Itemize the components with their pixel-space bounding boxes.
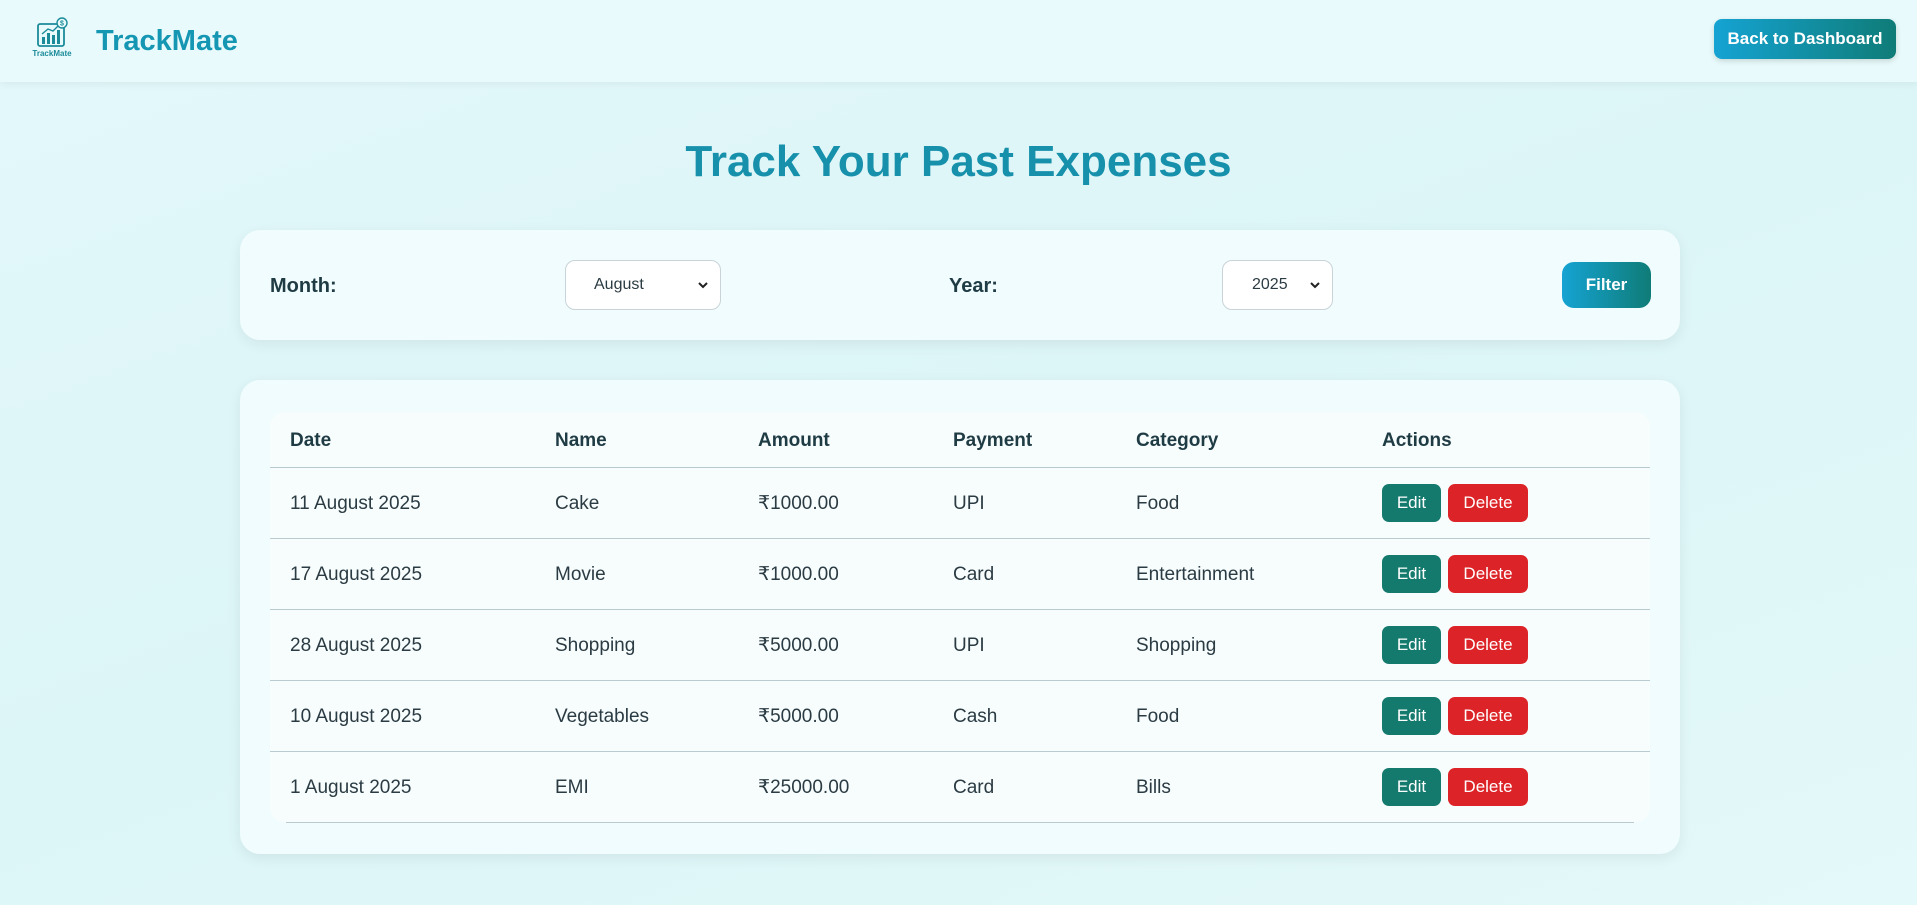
logo-caption: TrackMate (32, 49, 72, 58)
cell-amount: ₹1000.00 (758, 564, 839, 585)
cell-payment: Card (953, 777, 995, 798)
year-select[interactable]: 2025 (1222, 260, 1333, 310)
table-bottom-divider (286, 822, 1634, 823)
cell-date: 1 August 2025 (290, 777, 412, 798)
month-select[interactable]: August (565, 260, 721, 310)
cell-name: Vegetables (555, 706, 650, 727)
cell-payment: UPI (953, 635, 985, 656)
cell-category: Bills (1136, 777, 1171, 798)
cell-date: 11 August 2025 (290, 493, 421, 514)
filter-button[interactable]: Filter (1562, 262, 1651, 308)
month-label: Month: (270, 275, 337, 297)
header-amount: Amount (758, 430, 830, 451)
cell-category: Food (1136, 493, 1180, 514)
year-select-value: 2025 (1252, 276, 1288, 293)
cell-category: Entertainment (1136, 564, 1255, 585)
brand-name[interactable]: TrackMate (96, 22, 238, 60)
delete-button[interactable]: Delete (1448, 626, 1528, 664)
svg-text:$: $ (60, 21, 64, 28)
cell-date: 28 August 2025 (290, 635, 423, 656)
chevron-down-icon (1310, 282, 1320, 289)
edit-button[interactable]: Edit (1382, 555, 1441, 593)
cell-payment: Cash (953, 706, 998, 727)
cell-payment: Card (953, 564, 995, 585)
filter-card: Month: August Year: 2025 Filter (240, 230, 1680, 340)
table-header: Date Name Amount Payment Category Action… (270, 412, 1650, 468)
delete-button[interactable]: Delete (1448, 555, 1528, 593)
table-row: 10 August 2025 Vegetables ₹5000.00 Cash … (270, 681, 1650, 752)
cell-name: Cake (555, 493, 600, 514)
delete-button[interactable]: Delete (1448, 768, 1528, 806)
back-to-dashboard-button[interactable]: Back to Dashboard (1714, 19, 1896, 59)
navbar: $ TrackMate TrackMate Back to Dashboard (0, 0, 1917, 82)
edit-button[interactable]: Edit (1382, 697, 1441, 735)
cell-payment: UPI (953, 493, 985, 514)
cell-amount: ₹25000.00 (758, 777, 850, 798)
header-name: Name (555, 430, 607, 451)
header-date: Date (290, 430, 332, 451)
cell-date: 17 August 2025 (290, 564, 423, 585)
delete-button[interactable]: Delete (1448, 484, 1528, 522)
logo[interactable]: $ TrackMate (27, 17, 77, 61)
cell-name: Shopping (555, 635, 636, 656)
header-payment: Payment (953, 430, 1033, 451)
cell-name: Movie (555, 564, 606, 585)
chevron-down-icon (698, 282, 708, 289)
cell-amount: ₹5000.00 (758, 635, 839, 656)
month-select-value: August (594, 276, 644, 293)
header-category: Category (1136, 430, 1219, 451)
cell-name: EMI (555, 777, 589, 798)
edit-button[interactable]: Edit (1382, 626, 1441, 664)
expenses-table-card: Date Name Amount Payment Category Action… (240, 380, 1680, 854)
edit-button[interactable]: Edit (1382, 768, 1441, 806)
table-row: 17 August 2025 Movie ₹1000.00 Card Enter… (270, 539, 1650, 610)
table-row: 1 August 2025 EMI ₹25000.00 Card Bills E… (270, 752, 1650, 822)
page-title: Track Your Past Expenses (685, 137, 1232, 186)
table-row: 11 August 2025 Cake ₹1000.00 UPI Food Ed… (270, 468, 1650, 539)
cell-amount: ₹1000.00 (758, 493, 839, 514)
cell-date: 10 August 2025 (290, 706, 423, 727)
cell-category: Food (1136, 706, 1180, 727)
header-actions: Actions (1382, 430, 1452, 451)
table-row: 28 August 2025 Shopping ₹5000.00 UPI Sho… (270, 610, 1650, 681)
edit-button[interactable]: Edit (1382, 484, 1441, 522)
bar-chart-dollar-icon: $ (37, 17, 68, 47)
cell-amount: ₹5000.00 (758, 706, 839, 727)
delete-button[interactable]: Delete (1448, 697, 1528, 735)
cell-category: Shopping (1136, 635, 1217, 656)
expenses-table: Date Name Amount Payment Category Action… (270, 412, 1650, 822)
year-label: Year: (949, 275, 998, 297)
